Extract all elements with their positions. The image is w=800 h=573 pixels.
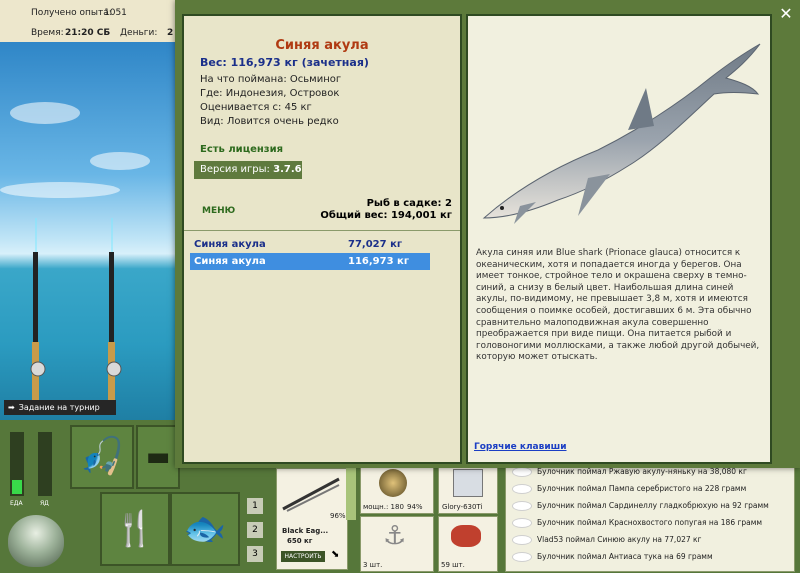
resize-arrow-icon[interactable]: ⬊ bbox=[331, 549, 339, 560]
divider bbox=[184, 230, 460, 231]
bait-icon bbox=[451, 525, 481, 547]
tournament-task-label: Задание на турнир bbox=[18, 403, 100, 412]
line-label: Glory-630Ti bbox=[442, 503, 483, 511]
fish-weight: Вес: 116,973 кг (зачетная) bbox=[200, 56, 369, 69]
fish-slot[interactable]: 🐟 bbox=[170, 492, 240, 566]
tournament-task-button[interactable]: ➡ Задание на турнир bbox=[4, 400, 116, 415]
tab-1[interactable]: 1 bbox=[247, 498, 263, 514]
time-value: 21:20 СБ bbox=[65, 28, 111, 38]
log-row: Булочник поймал Краснохвостого попугая н… bbox=[506, 514, 794, 531]
time-label: Время: bbox=[31, 28, 64, 38]
valued-from: Оценивается с: 45 кг bbox=[200, 102, 312, 113]
food-slot[interactable]: 🍴 bbox=[100, 492, 170, 566]
version-badge: Версия игры: 3.7.6 bbox=[194, 161, 302, 179]
game-scene[interactable]: ➡ Задание на турнир bbox=[0, 42, 175, 420]
food-gauge-fill bbox=[12, 480, 22, 494]
license-status: Есть лицензия bbox=[200, 144, 284, 155]
catch-row-selected[interactable]: Синяя акула 116,973 кг bbox=[190, 253, 430, 270]
log-row: Булочник поймал Антиаса тука на 69 грамм bbox=[506, 548, 794, 565]
catch-log: Булочник поймал Ржавую акулу-няньку на 3… bbox=[505, 458, 795, 572]
log-row: Vlad53 поймал Синюю акулу на 77,027 кг bbox=[506, 531, 794, 548]
durability-2: 94% bbox=[407, 503, 423, 511]
tab-3[interactable]: 3 bbox=[247, 546, 263, 562]
hotkeys-link[interactable]: Горячие клавиши bbox=[474, 442, 567, 452]
caught-on: На что поймана: Осьминог bbox=[200, 74, 342, 85]
count-2: 59 шт. bbox=[441, 561, 465, 569]
tackle-box-icon: ▬ bbox=[145, 442, 171, 472]
hook-slot[interactable]: ⚓ 3 шт. bbox=[360, 516, 434, 572]
rod-icon bbox=[282, 477, 340, 512]
catch-list: Синяя акула 77,027 кг Синяя акула 116,97… bbox=[190, 236, 430, 270]
poison-gauge bbox=[38, 432, 52, 496]
fish-description: Акула синяя или Blue shark (Prionace gla… bbox=[476, 248, 760, 363]
rod-weight: 650 кг bbox=[287, 537, 313, 545]
durability-bar bbox=[346, 468, 356, 520]
fish-icon bbox=[513, 467, 531, 476]
fish-icon bbox=[513, 501, 531, 510]
total-weight: Общий вес: 194,001 кг bbox=[320, 210, 452, 221]
rod-name: Black Eag... bbox=[282, 527, 329, 535]
log-row: Булочник поймал Пампа серебристого на 22… bbox=[506, 480, 794, 497]
fish-details-panel: Синяя акула Вес: 116,973 кг (зачетная) Н… bbox=[182, 14, 462, 464]
version-label: Версия игры: bbox=[200, 164, 270, 175]
arrow-icon: ➡ bbox=[8, 403, 15, 412]
close-icon[interactable]: ✕ bbox=[776, 4, 796, 24]
poison-label: ЯД bbox=[40, 500, 49, 507]
fish-name: Синяя акула bbox=[275, 38, 369, 53]
line-spool-icon bbox=[453, 469, 483, 497]
experience-label: Получено опыта: bbox=[31, 8, 112, 18]
fish-icon: 🐟 bbox=[183, 509, 227, 549]
location: Где: Индонезия, Островок bbox=[200, 88, 340, 99]
line-slot[interactable]: Glory-630Ti bbox=[438, 464, 498, 514]
fishing-rods-icon: 🎣 bbox=[79, 436, 125, 477]
experience-value: 1051 bbox=[104, 8, 127, 18]
money-value: 2 bbox=[167, 28, 174, 38]
version-value: 3.7.6 bbox=[273, 164, 302, 175]
durability-1: 96% bbox=[330, 512, 346, 520]
reel-slot[interactable]: мощн.: 180 94% bbox=[360, 464, 434, 514]
setup-button[interactable]: НАСТРОИТЬ bbox=[281, 551, 325, 562]
cauldron-icon[interactable] bbox=[8, 515, 64, 567]
fish-description-panel: Акула синяя или Blue shark (Prionace gla… bbox=[466, 14, 772, 464]
tab-2[interactable]: 2 bbox=[247, 522, 263, 538]
food-label: ЕДА bbox=[10, 500, 23, 507]
fishing-rods-scene[interactable] bbox=[0, 42, 175, 420]
fish-icon bbox=[513, 484, 531, 493]
catch-row[interactable]: Синяя акула 77,027 кг bbox=[190, 236, 430, 253]
count-1: 3 шт. bbox=[363, 561, 383, 569]
hook-icon: ⚓ bbox=[383, 521, 407, 551]
menu-button[interactable]: МЕНЮ bbox=[202, 206, 235, 216]
fish-icon bbox=[513, 552, 531, 561]
fish-icon bbox=[513, 535, 531, 544]
log-row: Булочник поймал Сардинеллу гладкобрюхую … bbox=[506, 497, 794, 514]
view-rarity: Вид: Ловится очень редко bbox=[200, 116, 339, 127]
fish-icon bbox=[513, 518, 531, 527]
tackle-box-slot[interactable]: ▬ bbox=[136, 425, 180, 489]
reel-label: мощн.: 180 bbox=[363, 503, 404, 511]
food-gauge bbox=[10, 432, 24, 496]
bait-slot[interactable]: 59 шт. bbox=[438, 516, 498, 572]
fork-knife-icon: 🍴 bbox=[113, 509, 157, 549]
money-label: Деньги: bbox=[120, 28, 158, 38]
reel-icon bbox=[379, 469, 407, 497]
blue-shark-image bbox=[482, 43, 761, 224]
rods-slot[interactable]: 🎣 bbox=[70, 425, 134, 489]
fish-in-net: Рыб в садке: 2 bbox=[366, 198, 452, 209]
